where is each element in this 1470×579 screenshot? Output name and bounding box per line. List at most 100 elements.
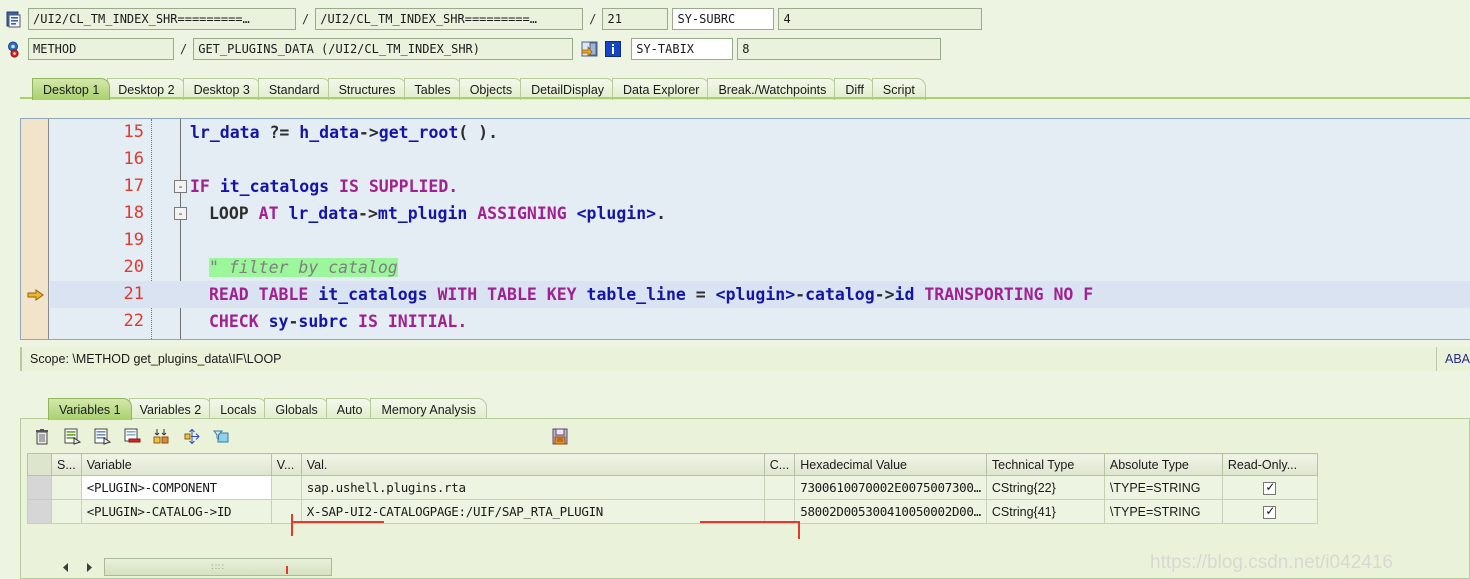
- cell-value[interactable]: sap.ushell.plugins.rta: [300, 475, 765, 500]
- table-body[interactable]: <PLUGIN>-COMPONENT sap.ushell.plugins.rta…: [27, 475, 1318, 524]
- var-tab-variables-1[interactable]: Variables 1: [48, 398, 132, 420]
- cell-hexadecimal-value[interactable]: 58002D005300410050002D00…: [794, 499, 987, 524]
- horizontal-scrollbar[interactable]: ∷∷: [104, 558, 332, 576]
- source-name-field[interactable]: /UI2/CL_TM_INDEX_SHR=========…: [28, 8, 296, 30]
- variables-table[interactable]: S... Variable V... Val. C... Hexadecimal Valu…: [27, 453, 1318, 524]
- cell-absolute-type[interactable]: \TYPE=STRING: [1103, 475, 1223, 500]
- table-row[interactable]: <PLUGIN>-CATALOG->ID X-SAP-UI2-CATALOGPAG…: [27, 499, 1318, 524]
- watermark-text: https://blog.csdn.net/i042416: [1150, 552, 1393, 573]
- breakpoint-gutter[interactable]: [21, 119, 49, 339]
- line-number-field[interactable]: 21: [602, 8, 669, 30]
- copy-row-icon[interactable]: [61, 425, 83, 447]
- code-line[interactable]: 20 " filter by catalog: [50, 254, 1470, 281]
- code-lines-container[interactable]: 15 lr_data ?= h_data->get_root( ). 16 17 - IF…: [50, 119, 1470, 339]
- sy-subrc-label[interactable]: SY-SUBRC: [672, 8, 775, 30]
- cell-read-only-checkbox[interactable]: [1221, 475, 1318, 500]
- delete-row-icon[interactable]: [121, 425, 143, 447]
- program-icon[interactable]: [4, 8, 24, 30]
- row-selector[interactable]: [27, 475, 52, 500]
- tab-label: Structures: [338, 82, 396, 97]
- column-header[interactable]: Val.: [300, 453, 765, 476]
- source-code-editor[interactable]: 15 lr_data ?= h_data->get_root( ). 16 17 - IF…: [20, 118, 1470, 340]
- tab-label: DetailDisplay: [531, 82, 605, 97]
- code-line[interactable]: 18 - LOOP AT lr_data->mt_plugin ASSIGNING …: [50, 200, 1470, 227]
- cell-s[interactable]: [51, 475, 82, 500]
- column-header[interactable]: Technical Type: [985, 453, 1105, 476]
- grid-bottom-nav[interactable]: ∷∷: [56, 558, 332, 576]
- column-header[interactable]: [27, 453, 52, 476]
- annotation-tick-bottom: [286, 566, 288, 574]
- tab-label: Locals: [220, 402, 257, 417]
- code-text: CHECK sy-subrc IS INITIAL.: [209, 312, 468, 331]
- tab-desktop-1[interactable]: Desktop 1: [32, 78, 111, 100]
- cell-technical-type[interactable]: CString{41}: [985, 499, 1105, 524]
- cell-read-only-checkbox[interactable]: [1221, 499, 1318, 524]
- header-separator-2: /: [589, 12, 597, 26]
- code-text: " filter by catalog: [209, 258, 398, 277]
- column-header[interactable]: C...: [763, 453, 796, 476]
- expand-icon[interactable]: [181, 425, 203, 447]
- code-line[interactable]: 23: [50, 335, 1470, 339]
- tab-label: Memory Analysis: [381, 402, 476, 417]
- gear-debug-icon[interactable]: [4, 38, 24, 60]
- tab-label: Auto: [336, 402, 363, 417]
- sy-tabix-value[interactable]: 8: [737, 38, 942, 60]
- code-line[interactable]: 15 lr_data ?= h_data->get_root( ).: [50, 119, 1470, 146]
- variables-toolbar[interactable]: [21, 419, 1469, 453]
- cell-hexadecimal-value[interactable]: 7300610070002E0075007300…: [794, 475, 987, 500]
- column-header[interactable]: Hexadecimal Value: [794, 453, 987, 476]
- var-tab-memory-analysis[interactable]: Memory Analysis: [370, 398, 487, 420]
- var-tab-globals[interactable]: Globals: [264, 398, 329, 420]
- code-line[interactable]: 19: [50, 227, 1470, 254]
- table-row[interactable]: <PLUGIN>-COMPONENT sap.ushell.plugins.rta…: [27, 475, 1318, 500]
- column-header[interactable]: Absolute Type: [1103, 453, 1223, 476]
- read-only-checkbox[interactable]: [1263, 480, 1277, 495]
- code-text: lr_data ?= h_data->get_root( ).: [190, 123, 499, 142]
- delete-icon[interactable]: [31, 425, 53, 447]
- save-icon[interactable]: [549, 425, 571, 447]
- sy-tabix-label[interactable]: SY-TABIX: [631, 38, 734, 60]
- cell-value[interactable]: X-SAP-UI2-CATALOGPAGE:/UIF/SAP_RTA_PLUGI…: [300, 499, 765, 524]
- var-tab-auto[interactable]: Auto: [325, 398, 374, 420]
- event-name-field[interactable]: GET_PLUGINS_DATA (/UI2/CL_TM_INDEX_SHR): [193, 38, 574, 60]
- column-header[interactable]: Read-Only...: [1221, 453, 1318, 476]
- var-tab-variables-2[interactable]: Variables 2: [128, 398, 213, 420]
- sy-subrc-value[interactable]: 4: [778, 8, 983, 30]
- cell-v[interactable]: [270, 475, 302, 500]
- fold-collapse-icon[interactable]: -: [174, 207, 187, 220]
- paste-row-icon[interactable]: [91, 425, 113, 447]
- cell-technical-type[interactable]: CString{22}: [985, 475, 1105, 500]
- right-arrow-icon[interactable]: [80, 559, 98, 576]
- sap-abap-debugger-window: /UI2/CL_TM_INDEX_SHR=========… / /UI2/CL…: [0, 0, 1470, 579]
- line-number: 16: [123, 149, 144, 169]
- variables-tabstrip[interactable]: Variables 1 Variables 2 Locals Globals Auto M…: [48, 396, 487, 420]
- filter-icon[interactable]: [211, 425, 233, 447]
- sort-icon[interactable]: [151, 425, 173, 447]
- var-tab-locals[interactable]: Locals: [209, 398, 268, 420]
- cell-variable[interactable]: <PLUGIN>-COMPONENT: [80, 475, 272, 500]
- left-arrow-icon[interactable]: [56, 559, 74, 576]
- variables-grid[interactable]: S... Variable V... Val. C... Hexadecimal Valu…: [27, 453, 1447, 524]
- cell-v[interactable]: [270, 499, 302, 524]
- cell-variable[interactable]: <PLUGIN>-CATALOG->ID: [80, 499, 272, 524]
- fold-collapse-icon[interactable]: -: [174, 180, 187, 193]
- event-type-field[interactable]: METHOD: [28, 38, 174, 60]
- column-header[interactable]: S...: [51, 453, 82, 476]
- row-selector[interactable]: [27, 499, 52, 524]
- call-stack-icon[interactable]: [579, 38, 599, 60]
- code-line[interactable]: 17 - IF it_catalogs IS SUPPLIED.: [50, 173, 1470, 200]
- cell-s[interactable]: [51, 499, 82, 524]
- include-name-field[interactable]: /UI2/CL_TM_INDEX_SHR=========…: [315, 8, 584, 30]
- info-icon[interactable]: [603, 38, 623, 60]
- annotation-strikethrough: [291, 521, 384, 523]
- code-line[interactable]: 16: [50, 146, 1470, 173]
- code-line[interactable]: 22 CHECK sy-subrc IS INITIAL.: [50, 308, 1470, 335]
- code-line[interactable]: 21 READ TABLE it_catalogs WITH TABLE KEY …: [50, 281, 1470, 308]
- cell-absolute-type[interactable]: \TYPE=STRING: [1103, 499, 1223, 524]
- column-header[interactable]: Variable: [80, 453, 272, 476]
- column-header[interactable]: V...: [270, 453, 302, 476]
- tab-label: Desktop 1: [43, 82, 100, 97]
- cell-c[interactable]: [763, 475, 796, 500]
- read-only-checkbox[interactable]: [1263, 504, 1277, 519]
- cell-c[interactable]: [763, 499, 796, 524]
